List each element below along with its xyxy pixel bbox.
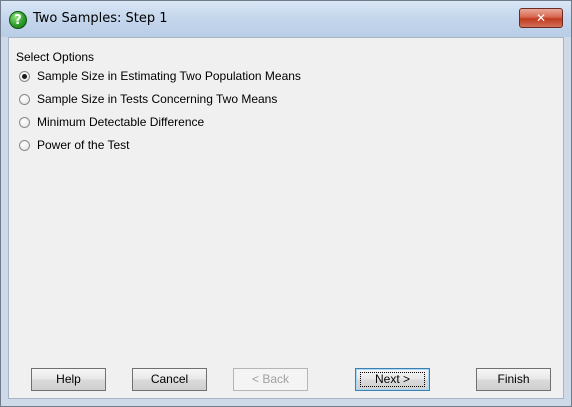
finish-button[interactable]: Finish (476, 368, 551, 391)
option-estimating-means[interactable]: Sample Size in Estimating Two Population… (19, 68, 301, 84)
option-label: Minimum Detectable Difference (37, 115, 205, 129)
option-tests-means[interactable]: Sample Size in Tests Concerning Two Mean… (19, 91, 277, 107)
window-title: Two Samples: Step 1 (33, 11, 168, 26)
radio-unselected[interactable] (19, 116, 30, 128)
next-button-label: Next > (374, 372, 410, 386)
option-label: Sample Size in Estimating Two Population… (37, 69, 301, 83)
close-button[interactable]: ✕ (519, 8, 563, 28)
dialog-window: ? Two Samples: Step 1 ✕ Select Options S… (0, 0, 572, 407)
options-group-label: Select Options (16, 50, 95, 64)
finish-button-label: Finish (497, 372, 530, 386)
option-power-of-test[interactable]: Power of the Test (19, 137, 130, 153)
help-button[interactable]: Help (31, 368, 106, 391)
radio-unselected[interactable] (19, 93, 30, 105)
option-min-detectable-difference[interactable]: Minimum Detectable Difference (19, 114, 204, 130)
cancel-button[interactable]: Cancel (132, 368, 207, 391)
cancel-button-label: Cancel (150, 372, 189, 386)
close-x-icon: ✕ (535, 11, 547, 25)
back-button[interactable]: < Back (233, 368, 308, 391)
back-button-label: < Back (251, 372, 290, 386)
option-label: Power of the Test (37, 138, 130, 152)
radio-unselected[interactable] (19, 139, 30, 151)
radio-selected[interactable] (19, 70, 30, 82)
next-button[interactable]: Next > (355, 368, 430, 391)
help-question-icon: ? (9, 11, 27, 29)
option-label: Sample Size in Tests Concerning Two Mean… (37, 92, 278, 106)
help-button-label: Help (56, 372, 81, 386)
title-bar[interactable]: ? Two Samples: Step 1 ✕ (1, 1, 571, 37)
